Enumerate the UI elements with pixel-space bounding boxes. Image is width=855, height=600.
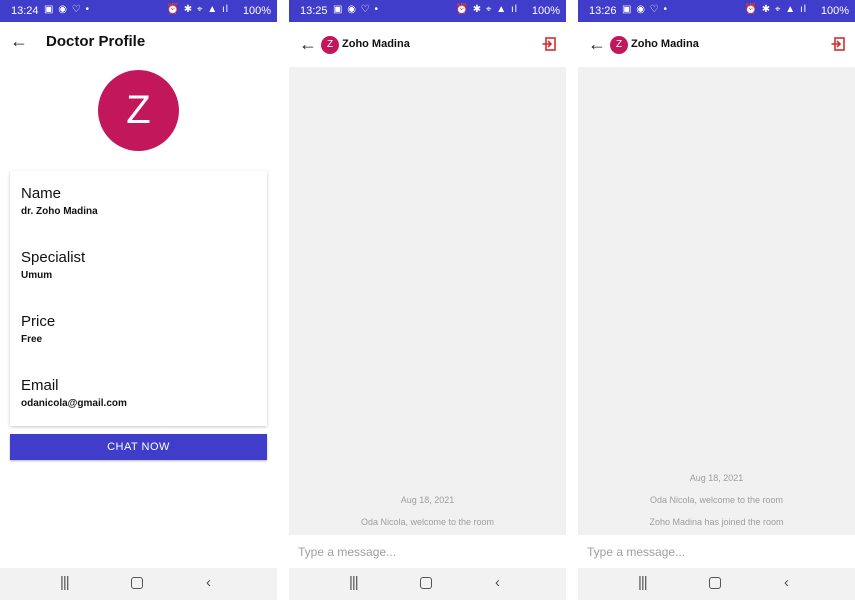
recent-apps-icon[interactable]: ||| xyxy=(349,574,359,591)
notification-icons: ▣ ◉ ♡ • xyxy=(44,4,90,15)
field-label: Email xyxy=(21,377,59,394)
system-nav-bar: ||| ‹ xyxy=(289,568,566,600)
notification-icons: ▣ ◉ ♡ • xyxy=(622,4,668,15)
arrow-left-icon[interactable]: ← xyxy=(299,34,317,55)
chat-now-button[interactable]: CHAT NOW xyxy=(10,434,267,460)
recent-apps-icon[interactable]: ||| xyxy=(60,574,70,591)
date-separator: Aug 18, 2021 xyxy=(400,495,455,505)
message-input[interactable] xyxy=(578,535,855,568)
exit-icon[interactable] xyxy=(542,37,556,56)
field-label: Price xyxy=(21,313,56,330)
system-icons: ⏰ ✱ ⌖ ▲ ıl xyxy=(744,4,807,15)
chat-header: ← Z Zoho Madina xyxy=(289,22,566,67)
battery-level: 100% xyxy=(242,5,271,17)
notification-icons: ▣ ◉ ♡ • xyxy=(333,4,379,15)
home-icon[interactable] xyxy=(131,576,143,593)
composer xyxy=(289,535,566,568)
field-value: odanicola@gmail.com xyxy=(21,398,127,409)
system-icons: ⏰ ✱ ⌖ ▲ ıl xyxy=(455,4,518,15)
exit-icon[interactable] xyxy=(831,37,845,56)
chat-header: ← Z Zoho Madina xyxy=(578,22,855,67)
chat-screen: 13:25 ▣ ◉ ♡ • ⏰ ✱ ⌖ ▲ ıl 100% ← Z Zoho M… xyxy=(289,0,566,600)
status-time: 13:25 xyxy=(300,5,328,17)
system-nav-bar: ||| ‹ xyxy=(0,568,277,600)
arrow-left-icon[interactable]: ← xyxy=(10,31,28,52)
arrow-left-icon[interactable]: ← xyxy=(588,34,606,55)
field-label: Specialist xyxy=(21,249,86,266)
avatar: Z xyxy=(321,36,339,54)
field-value: dr. Zoho Madina xyxy=(21,206,98,217)
composer xyxy=(578,535,855,568)
profile-card: Name dr. Zoho Madina Specialist Umum Pri… xyxy=(10,171,267,426)
status-bar: 13:24 ▣ ◉ ♡ • ⏰ ✱ ⌖ ▲ ıl 100% xyxy=(0,0,277,22)
home-icon[interactable] xyxy=(709,576,721,593)
page-title: Doctor Profile xyxy=(46,33,146,50)
status-time: 13:24 xyxy=(11,5,39,17)
system-message: Zoho Madina has joined the room xyxy=(649,517,784,527)
app-bar: ← Doctor Profile xyxy=(0,22,277,62)
email-field: Email odanicola@gmail.com xyxy=(21,377,127,409)
recent-apps-icon[interactable]: ||| xyxy=(638,574,648,591)
chevron-left-icon[interactable]: ‹ xyxy=(784,574,789,591)
doctor-profile-screen: 13:24 ▣ ◉ ♡ • ⏰ ✱ ⌖ ▲ ıl 100% ← Doctor P… xyxy=(0,0,277,600)
status-time: 13:26 xyxy=(589,5,617,17)
chat-title: Zoho Madina xyxy=(631,38,699,50)
field-value: Free xyxy=(21,334,43,345)
chevron-left-icon[interactable]: ‹ xyxy=(206,574,211,591)
system-nav-bar: ||| ‹ xyxy=(578,568,855,600)
message-input[interactable] xyxy=(289,535,566,568)
message-list: Aug 18, 2021 Oda Nicola, welcome to the … xyxy=(289,67,566,535)
battery-level: 100% xyxy=(820,5,849,17)
name-field: Name dr. Zoho Madina xyxy=(21,185,98,217)
chevron-left-icon[interactable]: ‹ xyxy=(495,574,500,591)
field-value: Umum xyxy=(21,270,53,281)
status-bar: 13:25 ▣ ◉ ♡ • ⏰ ✱ ⌖ ▲ ıl 100% xyxy=(289,0,566,22)
field-label: Name xyxy=(21,185,62,202)
system-message: Oda Nicola, welcome to the room xyxy=(360,517,495,527)
home-icon[interactable] xyxy=(420,576,432,593)
avatar: Z xyxy=(98,70,179,151)
chat-screen: 13:26 ▣ ◉ ♡ • ⏰ ✱ ⌖ ▲ ıl 100% ← Z Zoho M… xyxy=(578,0,855,600)
specialist-field: Specialist Umum xyxy=(21,249,85,281)
system-icons: ⏰ ✱ ⌖ ▲ ıl xyxy=(166,4,229,15)
avatar: Z xyxy=(610,36,628,54)
battery-level: 100% xyxy=(531,5,560,17)
status-bar: 13:26 ▣ ◉ ♡ • ⏰ ✱ ⌖ ▲ ıl 100% xyxy=(578,0,855,22)
system-message: Oda Nicola, welcome to the room xyxy=(649,495,784,505)
price-field: Price Free xyxy=(21,313,55,345)
date-separator: Aug 18, 2021 xyxy=(689,473,744,483)
message-list: Aug 18, 2021 Oda Nicola, welcome to the … xyxy=(578,67,855,535)
chat-title: Zoho Madina xyxy=(342,38,410,50)
